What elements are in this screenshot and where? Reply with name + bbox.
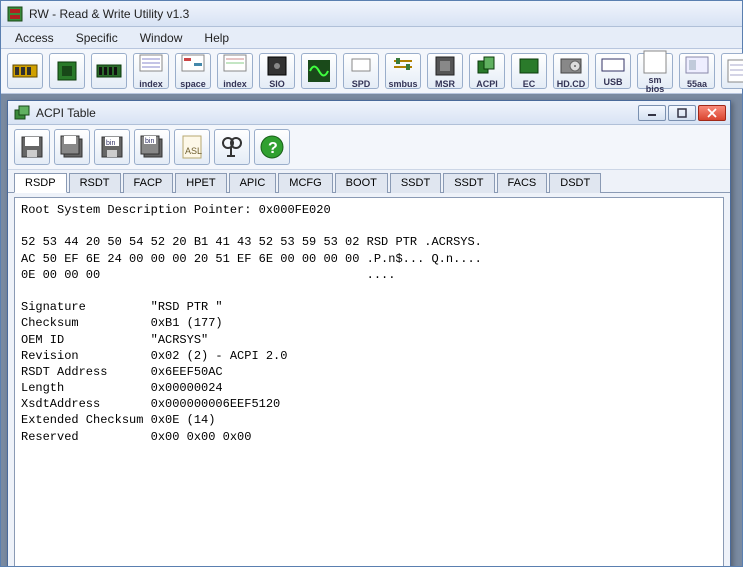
tab-facp[interactable]: FACP <box>123 173 174 193</box>
usb-icon-label: USB <box>603 78 622 87</box>
main-toolbar: index space index SIO SPD smbus MSR ACPI EC HD.CD… <box>1 49 742 94</box>
window-controls <box>638 105 726 121</box>
menu-specific[interactable]: Specific <box>66 29 128 47</box>
smbus-icon[interactable]: smbus <box>385 53 421 89</box>
tab-rsdt[interactable]: RSDT <box>69 173 121 193</box>
spd-icon[interactable]: SPD <box>343 53 379 89</box>
menubar: Access Specific Window Help <box>1 27 742 49</box>
menu-window[interactable]: Window <box>130 29 193 47</box>
tab-ssdt[interactable]: SSDT <box>390 173 441 193</box>
menu-access[interactable]: Access <box>5 29 64 47</box>
space-icon[interactable]: space <box>175 53 211 89</box>
space-icon-label: space <box>180 80 206 89</box>
svg-text:bin: bin <box>145 138 154 145</box>
hdcd-icon[interactable]: HD.CD <box>553 53 589 89</box>
maximize-button[interactable] <box>668 105 696 121</box>
tab-apic[interactable]: APIC <box>229 173 277 193</box>
tab-facs[interactable]: FACS <box>497 173 548 193</box>
ec-icon[interactable]: EC <box>511 53 547 89</box>
tab-boot[interactable]: BOOT <box>335 173 388 193</box>
minimize-button[interactable] <box>638 105 666 121</box>
sio-icon-label: SIO <box>269 80 285 89</box>
svg-text:?: ? <box>268 140 278 157</box>
main-window: RW - Read & Write Utility v1.3 Access Sp… <box>0 0 743 567</box>
smbios-icon[interactable]: smbios <box>637 53 673 89</box>
save-icon[interactable] <box>14 129 50 165</box>
ec-icon-label: EC <box>523 80 536 89</box>
spd-icon-label: SPD <box>352 80 371 89</box>
acpi-content: Root System Description Pointer: 0x000FE… <box>14 197 724 566</box>
tab-hpet[interactable]: HPET <box>175 173 226 193</box>
acpi-titlebar: ACPI Table <box>8 101 730 125</box>
close-button[interactable] <box>698 105 726 121</box>
save-all-icon[interactable] <box>54 129 90 165</box>
acpi-icon[interactable]: ACPI <box>469 53 505 89</box>
tab-dsdt[interactable]: DSDT <box>549 173 601 193</box>
titlebar: RW - Read & Write Utility v1.3 <box>1 1 742 27</box>
tab-rsdp[interactable]: RSDP <box>14 173 67 193</box>
acpi-title: ACPI Table <box>36 106 96 120</box>
index2-icon-label: index <box>223 80 247 89</box>
hdcd-icon-label: HD.CD <box>557 80 586 89</box>
device-icon[interactable]: 55aa <box>679 53 715 89</box>
tab-ssdt-8[interactable]: SSDT <box>443 173 494 193</box>
usb-icon[interactable]: USB <box>595 53 631 89</box>
find-icon[interactable] <box>214 129 250 165</box>
clock-icon[interactable] <box>301 53 337 89</box>
save-bin-icon[interactable]: bin <box>94 129 130 165</box>
tab-mcfg[interactable]: MCFG <box>278 173 332 193</box>
ram-icon[interactable] <box>91 53 127 89</box>
sio-icon[interactable]: SIO <box>259 53 295 89</box>
mdi-area: ACPI Table bin bin ASL? RSDPRSDTFACPHPETAP… <box>1 94 742 566</box>
acpi-toolbar: bin bin ASL? <box>8 125 730 170</box>
smbus-icon-label: smbus <box>388 80 417 89</box>
smbios-icon-label: smbios <box>646 76 665 94</box>
help-icon[interactable]: ? <box>254 129 290 165</box>
acpi-window-icon <box>14 105 30 121</box>
device-icon-label: 55aa <box>687 80 707 89</box>
memory-icon[interactable] <box>7 53 43 89</box>
acpi-window: ACPI Table bin bin ASL? RSDPRSDTFACPHPETAP… <box>7 100 731 566</box>
acpi-icon-label: ACPI <box>476 80 498 89</box>
window-title: RW - Read & Write Utility v1.3 <box>29 7 189 21</box>
index-icon-label: index <box>139 80 163 89</box>
svg-text:bin: bin <box>106 140 115 147</box>
chip-green-icon[interactable] <box>49 53 85 89</box>
menu-help[interactable]: Help <box>194 29 239 47</box>
index-icon[interactable]: index <box>133 53 169 89</box>
save-all-bin-icon[interactable]: bin <box>134 129 170 165</box>
app-icon <box>7 6 23 22</box>
svg-text:ASL: ASL <box>185 146 202 156</box>
msr-icon-label: MSR <box>435 80 455 89</box>
acpi-tabstrip: RSDPRSDTFACPHPETAPICMCFGBOOTSSDTSSDTFACS… <box>8 170 730 193</box>
index2-icon[interactable]: index <box>217 53 253 89</box>
msr-icon[interactable]: MSR <box>427 53 463 89</box>
misc-icon[interactable] <box>721 53 743 89</box>
asl-icon[interactable]: ASL <box>174 129 210 165</box>
